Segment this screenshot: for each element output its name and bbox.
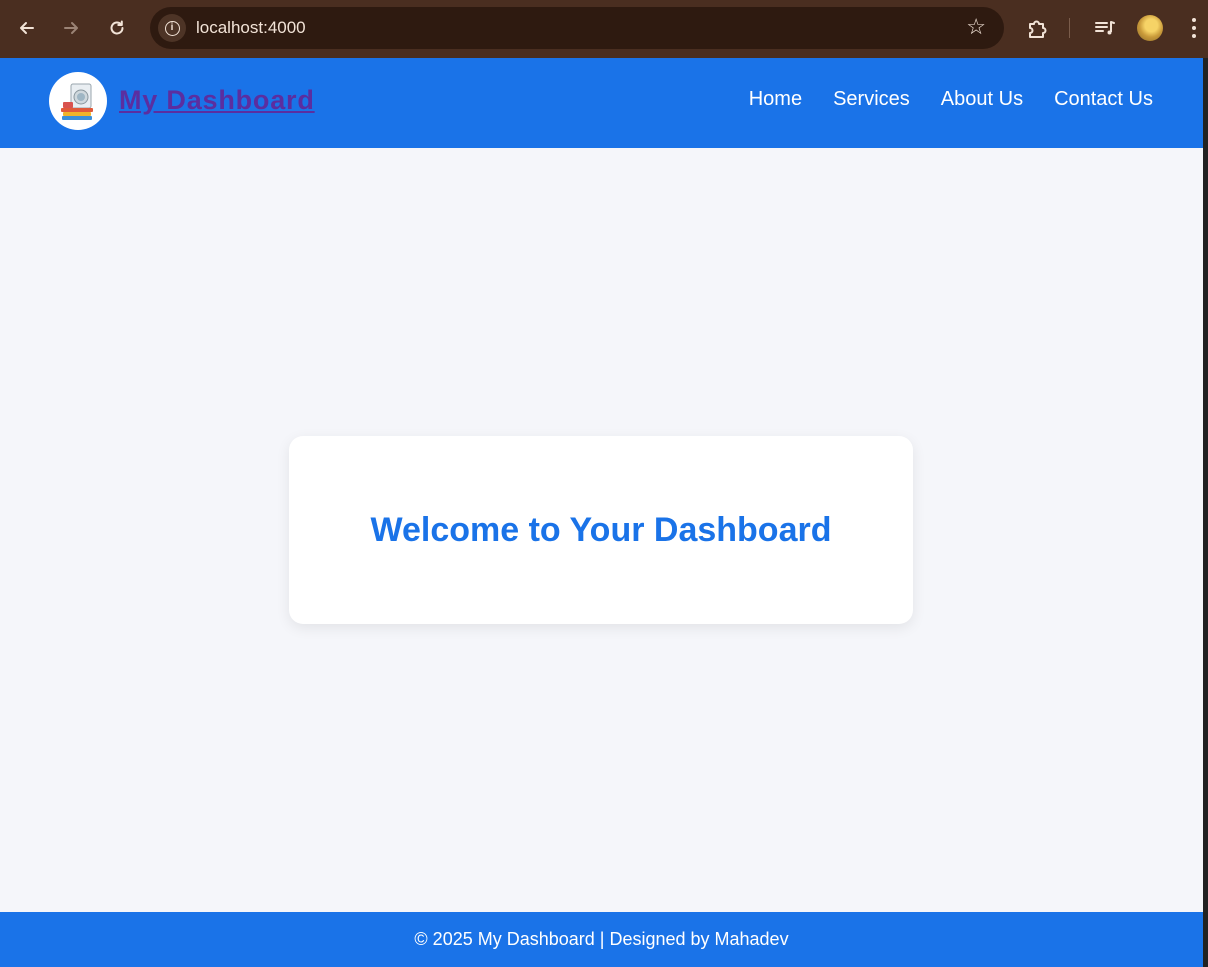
nav-services[interactable]: Services [833, 88, 910, 111]
main-nav: Home Services About Us Contact Us [749, 88, 1153, 111]
info-icon[interactable]: i [158, 14, 186, 42]
more-menu-icon[interactable] [1186, 16, 1202, 40]
brand-link[interactable]: My Dashboard [119, 85, 315, 116]
browser-toolbar: i localhost:4000 ☆ [0, 0, 1208, 58]
page-viewport: My Dashboard Home Services About Us Cont… [0, 58, 1203, 967]
welcome-title: Welcome to Your Dashboard [370, 510, 832, 549]
back-arrow-icon[interactable] [13, 14, 41, 42]
address-bar[interactable]: i localhost:4000 ☆ [150, 7, 1004, 49]
footer-text: © 2025 My Dashboard | Designed by Mahade… [414, 929, 789, 949]
url-text[interactable]: localhost:4000 [196, 18, 306, 38]
reload-icon[interactable] [103, 14, 131, 42]
welcome-card: Welcome to Your Dashboard [289, 436, 913, 624]
nav-about-us[interactable]: About Us [941, 88, 1023, 111]
media-control-icon[interactable] [1092, 15, 1118, 41]
window-edge [1203, 58, 1208, 967]
logo[interactable] [49, 72, 107, 130]
nav-contact-us[interactable]: Contact Us [1054, 88, 1153, 111]
site-footer: © 2025 My Dashboard | Designed by Mahade… [0, 912, 1203, 967]
nav-home[interactable]: Home [749, 88, 802, 111]
toolbar-separator [1069, 18, 1070, 38]
star-icon[interactable]: ☆ [966, 16, 986, 38]
extensions-icon[interactable] [1024, 15, 1050, 41]
forward-arrow-icon[interactable] [57, 14, 85, 42]
profile-avatar[interactable] [1137, 15, 1163, 41]
site-header: My Dashboard Home Services About Us Cont… [0, 58, 1203, 148]
